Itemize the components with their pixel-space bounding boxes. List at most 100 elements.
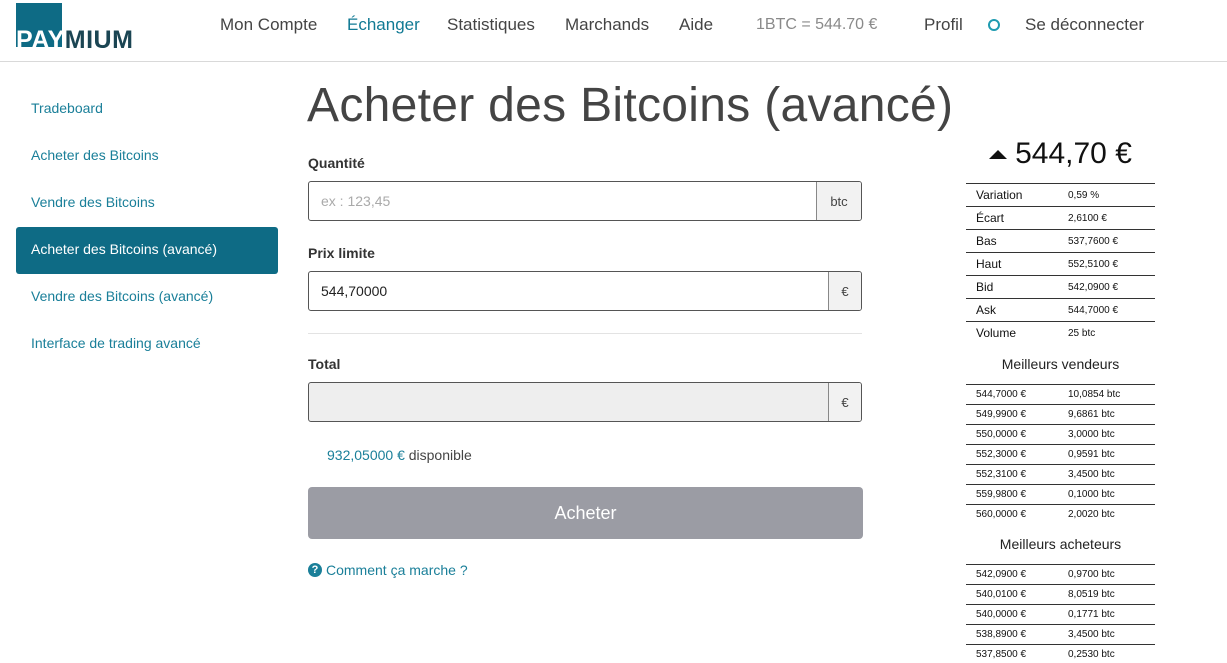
nav-marchands[interactable]: Marchands	[565, 15, 649, 35]
status-circle-icon	[988, 19, 1000, 31]
stat-key: Haut	[976, 257, 1002, 271]
nav-mon-compte[interactable]: Mon Compte	[220, 15, 317, 35]
book-price: 540,0000 €	[976, 609, 1027, 620]
stat-key: Variation	[976, 188, 1023, 202]
sidebar-item-buy[interactable]: Acheter des Bitcoins	[16, 133, 278, 180]
available-balance: 932,05000 € disponible	[327, 447, 472, 463]
book-row[interactable]: 540,0100 € 8,0519 btc	[966, 584, 1155, 604]
sellers-title: Meilleurs vendeurs	[1001, 356, 1120, 372]
paymium-logo[interactable]: PAYMIUM	[16, 3, 134, 54]
stat-key: Bas	[976, 234, 997, 248]
ticker-stats: Variation 0,59 % Écart 2,6100 € Bas 537,760…	[966, 183, 1155, 344]
buy-button[interactable]: Acheter	[308, 487, 863, 539]
page-title: Acheter des Bitcoins (avancé)	[307, 79, 954, 132]
stat-value: 544,7000 €	[1068, 304, 1119, 316]
total-unit: €	[828, 383, 861, 421]
stat-row: Variation 0,59 %	[966, 183, 1155, 206]
total-label: Total	[308, 356, 341, 372]
book-qty: 9,6861 btc	[1068, 409, 1115, 420]
stat-row: Ask 544,7000 €	[966, 298, 1155, 321]
book-qty: 2,0020 btc	[1068, 509, 1115, 520]
book-qty: 0,2530 btc	[1068, 649, 1115, 660]
help-link-label: Comment ça marche ?	[326, 562, 468, 578]
limit-price-input-group: €	[308, 271, 862, 311]
available-amount[interactable]: 932,05000 €	[327, 447, 405, 463]
book-price: 542,0900 €	[976, 569, 1027, 580]
book-row[interactable]: 550,0000 € 3,0000 btc	[966, 424, 1155, 444]
top-header: PAYMIUM Mon Compte Échanger Statistiques…	[0, 0, 1227, 62]
book-price: 560,0000 €	[976, 509, 1027, 520]
book-price: 552,3000 €	[976, 449, 1027, 460]
stat-key: Écart	[976, 211, 1005, 225]
limit-price-unit: €	[828, 272, 861, 310]
ticker-price: 544,70 €	[966, 135, 1155, 173]
book-row[interactable]: 537,8500 € 0,2530 btc	[966, 644, 1155, 663]
arrow-up-icon	[989, 149, 1008, 159]
question-circle-icon: ?	[308, 563, 322, 577]
stat-value: 542,0900 €	[1068, 281, 1119, 293]
stat-row: Haut 552,5100 €	[966, 252, 1155, 275]
stat-value: 537,7600 €	[1068, 235, 1119, 247]
stat-key: Bid	[976, 280, 994, 294]
book-qty: 8,0519 btc	[1068, 589, 1115, 600]
form-divider	[308, 333, 862, 334]
book-row[interactable]: 552,3000 € 0,9591 btc	[966, 444, 1155, 464]
sidebar-item-buy-advanced[interactable]: Acheter des Bitcoins (avancé)	[16, 227, 278, 274]
nav-logout[interactable]: Se déconnecter	[1025, 15, 1144, 35]
book-row[interactable]: 549,9900 € 9,6861 btc	[966, 404, 1155, 424]
book-row[interactable]: 540,0000 € 0,1771 btc	[966, 604, 1155, 624]
nav-echanger[interactable]: Échanger	[347, 15, 420, 35]
buyers-title: Meilleurs acheteurs	[999, 536, 1122, 552]
book-price: 552,3100 €	[976, 469, 1027, 480]
book-row[interactable]: 552,3100 € 3,4500 btc	[966, 464, 1155, 484]
book-row[interactable]: 559,9800 € 0,1000 btc	[966, 484, 1155, 504]
book-price: 538,8900 €	[976, 629, 1027, 640]
total-input-group: €	[308, 382, 862, 422]
stat-row: Volume 25 btc	[966, 321, 1155, 344]
book-qty: 0,1771 btc	[1068, 609, 1115, 620]
quantity-input-group: btc	[308, 181, 862, 221]
stat-row: Bas 537,7600 €	[966, 229, 1155, 252]
book-qty: 3,0000 btc	[1068, 429, 1115, 440]
stat-key: Ask	[976, 303, 997, 317]
limit-price-input[interactable]	[309, 272, 828, 310]
stat-value: 2,6100 €	[1068, 212, 1107, 224]
help-link[interactable]: ? Comment ça marche ?	[308, 562, 468, 578]
stat-value: 25 btc	[1068, 327, 1096, 339]
quantity-label: Quantité	[308, 155, 365, 171]
book-qty: 0,9591 btc	[1068, 449, 1115, 460]
stat-row: Bid 542,0900 €	[966, 275, 1155, 298]
sidebar-item-sell-advanced[interactable]: Vendre des Bitcoins (avancé)	[16, 274, 278, 321]
sellers-book: 544,7000 € 10,0854 btc 549,9900 € 9,6861 b…	[966, 384, 1155, 524]
book-row[interactable]: 544,7000 € 10,0854 btc	[966, 384, 1155, 404]
book-qty: 10,0854 btc	[1068, 389, 1121, 400]
logo-text: PAYMIUM	[16, 26, 133, 55]
sidebar-item-tradeboard[interactable]: Tradeboard	[16, 86, 278, 133]
ticker-panel: 544,70 € Variation 0,59 % Écart 2,6100 € B…	[966, 135, 1155, 660]
book-row[interactable]: 542,0900 € 0,9700 btc	[966, 564, 1155, 584]
quantity-input[interactable]	[309, 182, 816, 220]
available-text: disponible	[408, 447, 472, 463]
logo-text-pay: PAY	[16, 26, 65, 54]
nav-profil[interactable]: Profil	[924, 15, 963, 35]
nav-statistiques[interactable]: Statistiques	[447, 15, 535, 35]
book-row[interactable]: 538,8900 € 3,4500 btc	[966, 624, 1155, 644]
book-qty: 3,4500 btc	[1068, 469, 1115, 480]
stat-row: Écart 2,6100 €	[966, 206, 1155, 229]
nav-aide[interactable]: Aide	[679, 15, 713, 35]
book-price: 549,9900 €	[976, 409, 1027, 420]
book-price: 544,7000 €	[976, 389, 1027, 400]
sidebar-item-sell[interactable]: Vendre des Bitcoins	[16, 180, 278, 227]
sidebar-item-trading-interface[interactable]: Interface de trading avancé	[16, 321, 278, 368]
book-row[interactable]: 560,0000 € 2,0020 btc	[966, 504, 1155, 524]
stat-value: 0,59 %	[1068, 189, 1100, 201]
quantity-unit: btc	[816, 182, 861, 220]
limit-price-label: Prix limite	[308, 245, 375, 261]
total-input	[309, 383, 828, 421]
buyers-book: 542,0900 € 0,9700 btc 540,0100 € 8,0519 bt…	[966, 564, 1155, 663]
ticker-price-value: 544,70 €	[1015, 137, 1132, 170]
book-price: 559,9800 €	[976, 489, 1027, 500]
btc-rate: 1BTC = 544.70 €	[756, 16, 878, 33]
stat-value: 552,5100 €	[1068, 258, 1119, 270]
book-qty: 3,4500 btc	[1068, 629, 1115, 640]
